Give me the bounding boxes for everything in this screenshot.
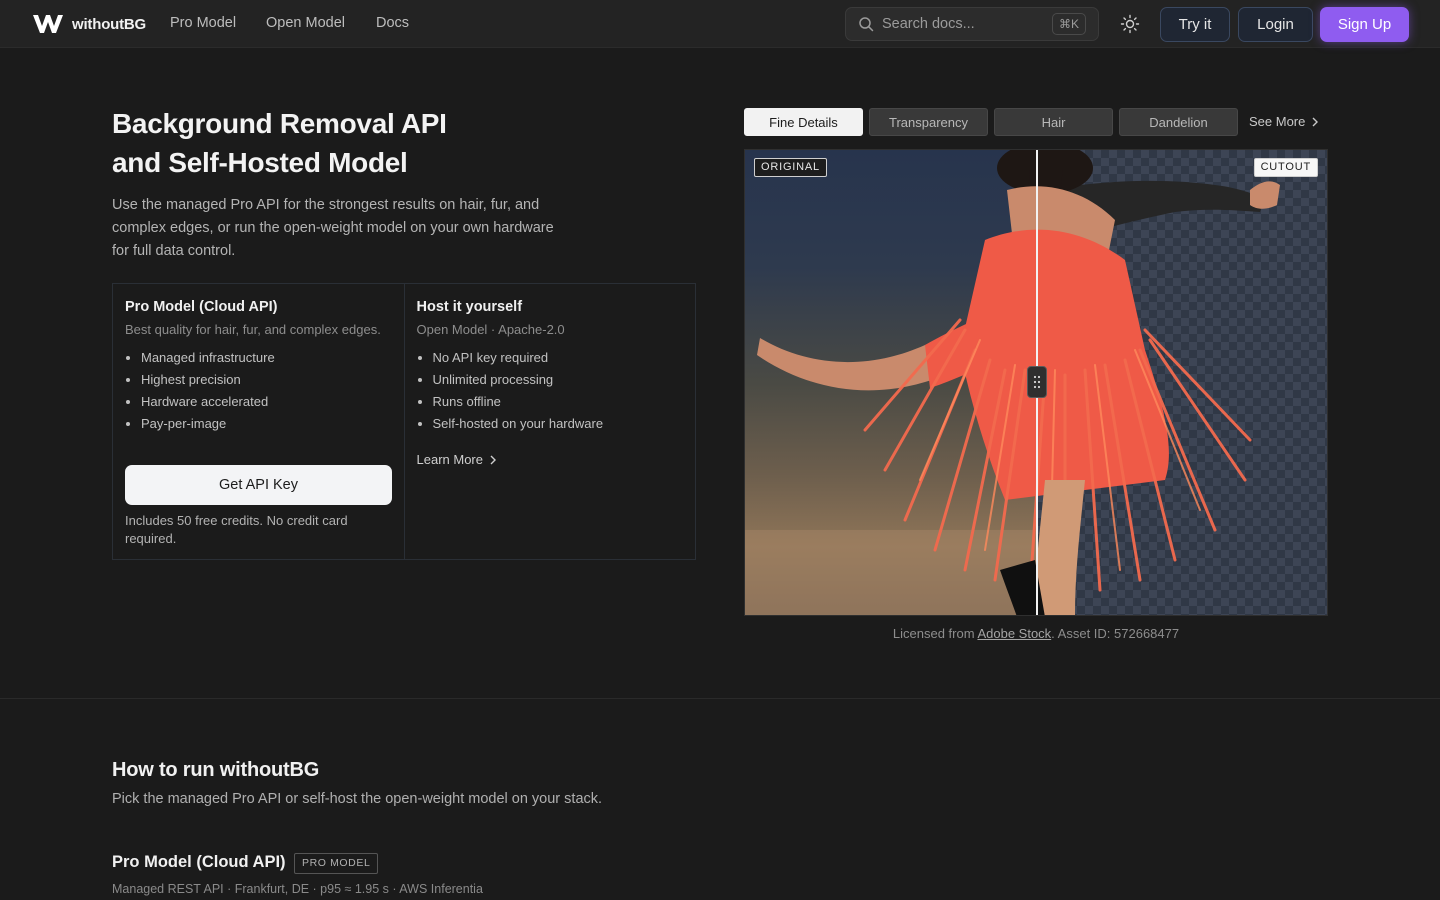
pro-model-card: Pro Model (Cloud API) Best quality for h… bbox=[113, 284, 404, 559]
learn-more-link[interactable]: Learn More bbox=[417, 452, 684, 467]
sign-up-button[interactable]: Sign Up bbox=[1320, 7, 1409, 42]
sun-icon bbox=[1120, 14, 1140, 34]
how-to-title: How to run withoutBG bbox=[112, 759, 320, 781]
login-button[interactable]: Login bbox=[1238, 7, 1313, 42]
list-item: Unlimited processing bbox=[433, 369, 684, 391]
nav-docs-link[interactable]: Docs bbox=[376, 15, 409, 31]
chevron-right-icon bbox=[1312, 117, 1319, 126]
nav-open-model-link[interactable]: Open Model bbox=[266, 15, 345, 31]
nav-pro-model-link[interactable]: Pro Model bbox=[170, 15, 236, 31]
get-api-key-button[interactable]: Get API Key bbox=[125, 465, 392, 505]
list-item: Highest precision bbox=[141, 369, 392, 391]
list-item: Managed infrastructure bbox=[141, 347, 392, 369]
self-feature-list: No API key required Unlimited processing… bbox=[417, 347, 684, 435]
top-navbar: withoutBG Pro Model Open Model Docs Sear… bbox=[0, 0, 1440, 48]
credit-suffix: . Asset ID: 572668477 bbox=[1051, 626, 1180, 641]
cutout-badge: CUTOUT bbox=[1253, 158, 1318, 177]
image-credit: Licensed from Adobe Stock. Asset ID: 572… bbox=[744, 626, 1328, 641]
search-docs-input[interactable]: Search docs... ⌘K bbox=[845, 7, 1099, 41]
tab-transparency[interactable]: Transparency bbox=[869, 108, 988, 136]
self-host-card: Host it yourself Open Model · Apache-2.0… bbox=[403, 284, 696, 559]
tab-dandelion[interactable]: Dandelion bbox=[1119, 108, 1238, 136]
pro-card-title: Pro Model (Cloud API) bbox=[125, 299, 278, 315]
search-placeholder: Search docs... bbox=[882, 16, 975, 32]
list-item: Hardware accelerated bbox=[141, 391, 392, 413]
pro-model-badge: PRO MODEL bbox=[294, 853, 379, 874]
list-item: Runs offline bbox=[433, 391, 684, 413]
pro-feature-list: Managed infrastructure Highest precision… bbox=[125, 347, 392, 435]
list-item: Pay-per-image bbox=[141, 413, 392, 435]
original-badge: ORIGINAL bbox=[754, 158, 827, 177]
pro-model-meta: Managed REST API · Frankfurt, DE · p95 ≈… bbox=[112, 882, 483, 896]
learn-more-label: Learn More bbox=[416, 452, 483, 467]
before-after-comparison[interactable]: ORIGINAL CUTOUT bbox=[744, 149, 1328, 616]
pro-model-heading: Pro Model (Cloud API) bbox=[112, 853, 286, 871]
slider-handle[interactable] bbox=[1027, 366, 1047, 398]
credit-prefix: Licensed from bbox=[892, 626, 975, 641]
adobe-stock-link[interactable]: Adobe Stock bbox=[977, 626, 1051, 641]
list-item: No API key required bbox=[433, 347, 684, 369]
tab-hair[interactable]: Hair bbox=[994, 108, 1113, 136]
self-card-title: Host it yourself bbox=[416, 299, 523, 315]
search-shortcut: ⌘K bbox=[1051, 13, 1086, 35]
logo-w-icon bbox=[33, 15, 63, 33]
theme-toggle-button[interactable] bbox=[1118, 12, 1142, 36]
tab-fine-details[interactable]: Fine Details bbox=[744, 108, 863, 136]
how-to-subtitle: Pick the managed Pro API or self-host th… bbox=[112, 791, 603, 807]
chevron-right-icon bbox=[490, 455, 496, 464]
see-more-link[interactable]: See More bbox=[1249, 114, 1319, 129]
hero-title-line-2: and Self-Hosted Model bbox=[112, 147, 408, 178]
see-more-label: See More bbox=[1249, 114, 1306, 129]
search-icon bbox=[859, 17, 874, 32]
brand-logo[interactable]: withoutBG bbox=[32, 12, 146, 36]
hero-subtitle: Use the managed Pro API for the stronges… bbox=[112, 197, 554, 259]
hero-title-line-1: Background Removal API bbox=[112, 108, 447, 139]
model-options: Pro Model (Cloud API) Best quality for h… bbox=[112, 283, 696, 560]
try-it-button[interactable]: Try it bbox=[1160, 7, 1230, 42]
list-item: Self-hosted on your hardware bbox=[433, 413, 684, 435]
section-divider bbox=[0, 698, 1440, 699]
self-card-subtitle: Open Model · Apache-2.0 bbox=[416, 322, 565, 337]
pro-card-subtitle: Best quality for hair, fur, and complex … bbox=[125, 322, 381, 337]
demo-tabs: Fine Details Transparency Hair Dandelion bbox=[744, 108, 1238, 136]
brand-name: withoutBG bbox=[72, 15, 147, 33]
hero-title: Background Removal API and Self-Hosted M… bbox=[112, 104, 672, 182]
free-credits-note: Includes 50 free credits. No credit card… bbox=[125, 513, 348, 546]
drag-grip-icon bbox=[1033, 375, 1041, 389]
